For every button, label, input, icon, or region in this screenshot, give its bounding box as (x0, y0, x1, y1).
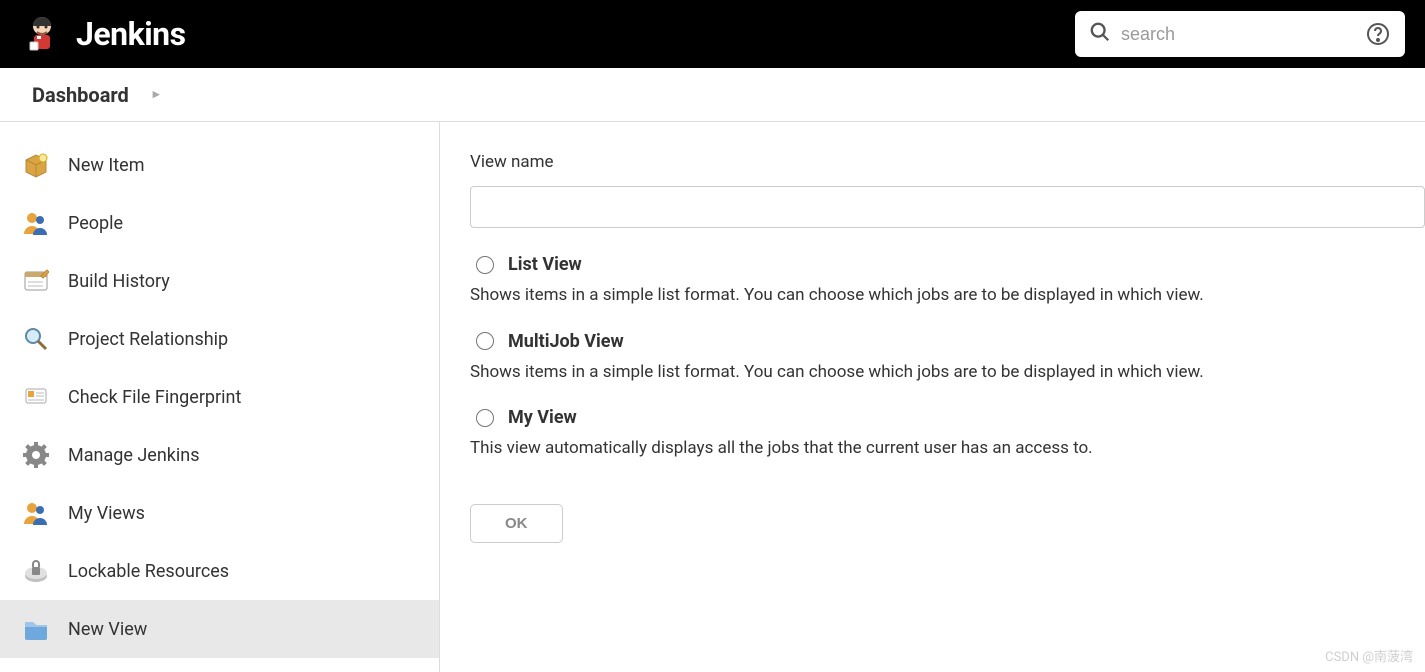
logo-area[interactable]: Jenkins (20, 12, 186, 56)
radio-desc-my-view: This view automatically displays all the… (470, 436, 1425, 462)
sidebar-item-label: New Item (68, 155, 145, 176)
header: Jenkins (0, 0, 1425, 68)
view-name-input[interactable] (470, 186, 1425, 228)
breadcrumb: Dashboard ▸ (0, 68, 1425, 122)
people-icon (22, 499, 50, 527)
sidebar-item-people[interactable]: People (0, 194, 439, 252)
sidebar-item-project-relationship[interactable]: Project Relationship (0, 310, 439, 368)
ok-button[interactable]: OK (470, 504, 563, 543)
radio-label-list-view[interactable]: List View (508, 254, 582, 275)
breadcrumb-dashboard[interactable]: Dashboard ▸ (32, 83, 159, 107)
people-icon (22, 209, 50, 237)
sidebar-item-new-view[interactable]: New View (0, 600, 439, 658)
radio-desc-multijob-view: Shows items in a simple list format. You… (470, 360, 1425, 386)
sidebar-item-label: Manage Jenkins (68, 445, 200, 466)
radio-label-my-view[interactable]: My View (508, 407, 577, 428)
search-icon (1089, 21, 1111, 47)
logo-text: Jenkins (76, 15, 186, 53)
sidebar-item-build-history[interactable]: Build History (0, 252, 439, 310)
sidebar-item-label: Project Relationship (68, 329, 228, 350)
help-icon[interactable] (1365, 21, 1391, 47)
gear-icon (22, 441, 50, 469)
magnifier-icon (22, 325, 50, 353)
radio-desc-list-view: Shows items in a simple list format. You… (470, 283, 1425, 309)
sidebar-item-my-views[interactable]: My Views (0, 484, 439, 542)
radio-label-multijob-view[interactable]: MultiJob View (508, 331, 624, 352)
search-input[interactable] (1121, 24, 1365, 45)
main-content: View name List View Shows items in a sim… (440, 122, 1425, 672)
sidebar-item-manage-jenkins[interactable]: Manage Jenkins (0, 426, 439, 484)
lock-icon (22, 557, 50, 585)
box-icon (22, 151, 50, 179)
radio-list-view[interactable] (476, 256, 494, 274)
breadcrumb-label: Dashboard (32, 83, 129, 107)
sidebar-item-new-item[interactable]: New Item (0, 136, 439, 194)
folder-icon (22, 615, 50, 643)
jenkins-logo-icon (20, 12, 64, 56)
fingerprint-icon (22, 383, 50, 411)
sidebar: New Item People Build History Project Re… (0, 122, 440, 672)
search-area (1075, 11, 1405, 57)
chevron-right-icon: ▸ (153, 87, 160, 102)
sidebar-item-label: New View (68, 619, 147, 640)
search-box[interactable] (1075, 11, 1405, 57)
watermark: CSDN @南菠湾 (1325, 646, 1413, 665)
sidebar-item-label: People (68, 213, 123, 234)
radio-option-list-view: List View Shows items in a simple list f… (470, 254, 1425, 309)
radio-option-multijob-view: MultiJob View Shows items in a simple li… (470, 331, 1425, 386)
sidebar-item-label: My Views (68, 503, 145, 524)
sidebar-item-label: Check File Fingerprint (68, 387, 241, 408)
sidebar-item-label: Build History (68, 271, 170, 292)
radio-option-my-view: My View This view automatically displays… (470, 407, 1425, 462)
radio-multijob-view[interactable] (476, 332, 494, 350)
notepad-icon (22, 267, 50, 295)
sidebar-item-label: Lockable Resources (68, 561, 229, 582)
sidebar-item-lockable-resources[interactable]: Lockable Resources (0, 542, 439, 600)
radio-my-view[interactable] (476, 409, 494, 427)
view-name-label: View name (470, 152, 1425, 172)
sidebar-item-check-file-fingerprint[interactable]: Check File Fingerprint (0, 368, 439, 426)
